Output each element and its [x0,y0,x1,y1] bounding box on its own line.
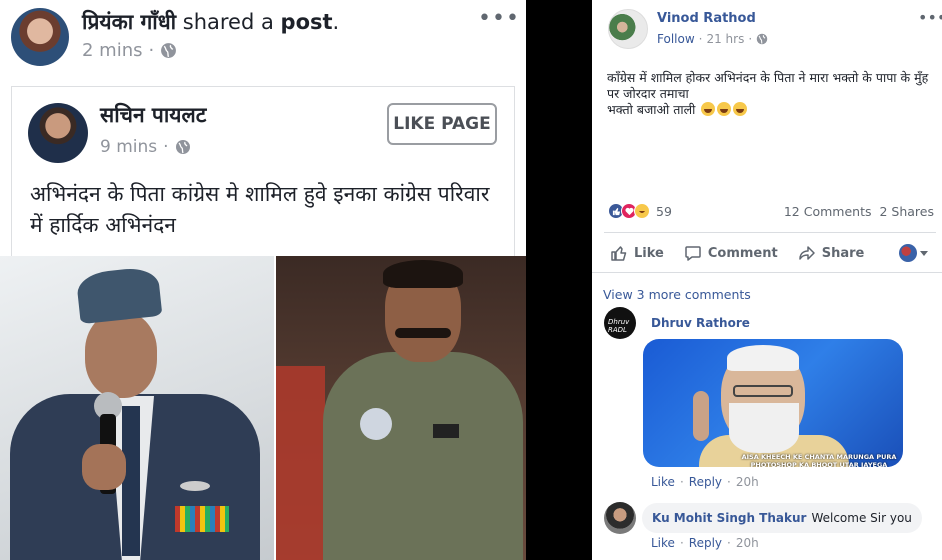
chevron-down-icon [920,250,928,256]
meta-dot: · [727,536,731,550]
globe-icon [756,33,768,45]
meta-dot: · [679,475,684,489]
thumbs-up-icon [610,244,628,262]
commenter-name[interactable]: Dhruv Rathore [651,316,750,330]
meta-dot: · [748,32,753,46]
comments-count[interactable]: 12 Comments [784,204,872,219]
comment-time[interactable]: 20h [736,475,759,489]
globe-icon [175,140,190,154]
original-post-card: सचिन पायलट 9 mins · LIKE PAGE अभिनंदन के… [11,86,515,256]
comment-actions: Like · Reply · 20h [651,475,759,489]
comment-reply-link[interactable]: Reply [689,475,722,489]
card-post-text: अभिनंदन के पिता कांग्रेस मे शामिल हुवे इ… [30,182,490,237]
comment-text: Welcome Sir you [811,511,912,525]
medal-ribbons [175,506,229,532]
share-time[interactable]: 2 mins [82,40,143,61]
meme-caption: AISA KHEECH KE CHANTA MARUNGA PURA PHOTO… [741,453,897,467]
comment-button[interactable]: Comment [674,236,788,270]
author-avatar[interactable] [608,9,648,49]
avatar-text: Dhruv RADL [608,318,630,334]
meta-dot: · [148,40,155,61]
comment-actions: Like · Reply · 20h [651,536,759,550]
shared-verb: shared a [182,10,274,34]
like-label: Like [634,245,664,261]
post-meta: Follow · 21 hrs · [657,32,768,46]
meta-dot: · [679,536,684,550]
comment-meme-image[interactable]: AISA KHEECH KE CHANTA MARUNGA PURA PHOTO… [643,339,903,467]
like-page-button[interactable]: LIKE PAGE [387,103,497,145]
commenter-avatar[interactable] [604,502,636,534]
commenter-avatar[interactable]: Dhruv RADL [604,307,636,339]
more-icon[interactable]: ••• [478,6,520,31]
name-patch [433,424,459,438]
card-time[interactable]: 9 mins [100,137,157,157]
commenter-name[interactable]: Ku Mohit Singh Thakur [652,511,806,525]
shoulder-badge [360,408,392,440]
facebook-post: Vinod Rathod Follow · 21 hrs · ••• कॉंग्… [592,0,942,560]
shared-object[interactable]: post [281,10,333,34]
divider [592,272,942,273]
shared-period: . [332,10,340,34]
author-name[interactable]: Vinod Rathod [657,11,756,26]
share-header: प्रियंका गाँधी shared a post. [82,8,339,36]
laughing-emoji-icon [701,102,716,116]
page-avatar[interactable] [28,103,88,163]
like-button[interactable]: Like [604,236,674,270]
comment-icon [684,244,702,262]
comment-bubble: Ku Mohit Singh Thakur Welcome Sir you [642,503,922,533]
globe-icon [161,43,177,58]
view-more-comments-link[interactable]: View 3 more comments [603,287,751,302]
meta-dot: · [727,475,731,489]
post-stats: 12 Comments 2 Shares [784,204,934,219]
comment-like-link[interactable]: Like [651,536,675,550]
post-text-line2-text: भक्तो बजाओ ताली [607,102,696,117]
comment-like-link[interactable]: Like [651,475,675,489]
share-meta: 2 mins · [82,40,177,61]
meta-dot: · [163,137,169,157]
photo-left-officer [0,256,275,560]
post-as-selector[interactable] [899,244,936,262]
sharer-name[interactable]: प्रियंका गाँधी [82,10,176,34]
shares-count[interactable]: 2 Shares [879,204,934,219]
post-photo[interactable] [0,256,526,560]
post-text-line1: कॉंग्रेस में शामिल होकर अभिनंदन के पिता … [607,70,929,101]
reaction-count: 59 [656,203,672,219]
more-icon[interactable]: ••• [918,8,942,27]
viewer-avatar [899,244,917,262]
meta-dot: · [698,32,703,46]
share-button[interactable]: Share [788,236,875,270]
post-text-line2: भक्तो बजाओ ताली [607,102,932,118]
post-text: कॉंग्रेस में शामिल होकर अभिनंदन के पिता … [607,70,932,118]
post-time[interactable]: 21 hrs [706,32,744,46]
divider [604,232,936,233]
laughing-emoji-icon [733,102,748,116]
comment-label: Comment [707,245,778,261]
page-name[interactable]: सचिन पायलट [100,101,206,129]
post-actions: Like Comment Share [604,236,936,270]
comment-reply-link[interactable]: Reply [689,536,722,550]
photo-right-pilot [275,256,526,560]
follow-link[interactable]: Follow [657,32,695,46]
card-meta: 9 mins · [100,137,191,157]
haha-reaction-icon [634,203,650,219]
share-label: Share [821,245,865,261]
laughing-emoji-icon [717,102,732,116]
comment-time[interactable]: 20h [736,536,759,550]
shared-post-image: प्रियंका गाँधी shared a post. 2 mins · •… [0,0,526,560]
sharer-avatar[interactable] [11,8,69,66]
screenshot-root: प्रियंका गाँधी shared a post. 2 mins · •… [0,0,942,560]
reactions-summary[interactable]: 59 [608,203,672,219]
share-icon [798,244,816,262]
